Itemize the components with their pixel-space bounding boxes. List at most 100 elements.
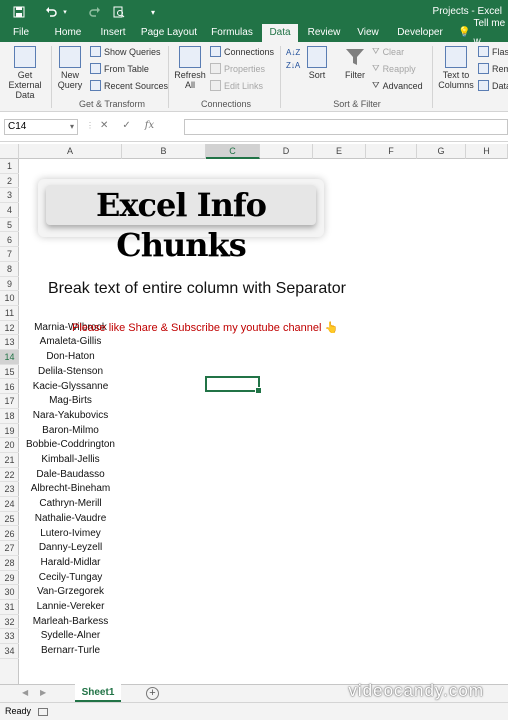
flash-fill-button[interactable]: Flas bbox=[478, 46, 508, 57]
name-cell[interactable]: Delila-Stenson bbox=[19, 365, 122, 380]
row-header[interactable]: 3 bbox=[0, 188, 19, 204]
column-header[interactable]: D bbox=[260, 144, 313, 159]
undo-icon[interactable] bbox=[44, 4, 58, 20]
row-header[interactable]: 15 bbox=[0, 365, 19, 380]
reapply-button[interactable]: ⛛ Reapply bbox=[372, 63, 416, 74]
sheet-tab-sheet1[interactable]: Sheet1 bbox=[75, 684, 121, 702]
column-header[interactable]: F bbox=[366, 144, 417, 159]
next-sheet-icon[interactable]: ▶ bbox=[40, 688, 46, 697]
column-header[interactable]: H bbox=[466, 144, 508, 159]
select-all-corner[interactable] bbox=[0, 144, 19, 159]
name-cell[interactable]: Van-Grzegorek bbox=[19, 585, 122, 600]
connections-button[interactable]: Connections bbox=[210, 46, 274, 57]
row-header[interactable]: 7 bbox=[0, 247, 19, 262]
row-header[interactable]: 20 bbox=[0, 438, 19, 453]
row-header[interactable]: 29 bbox=[0, 571, 19, 586]
name-cell[interactable]: Cathryn-Merill bbox=[19, 497, 122, 512]
row-header[interactable]: 1 bbox=[0, 159, 19, 174]
tab-formulas[interactable]: Formulas bbox=[206, 24, 258, 42]
formula-input[interactable] bbox=[184, 119, 508, 135]
column-header[interactable]: E bbox=[313, 144, 366, 159]
sort-az-button[interactable]: A↓Z Z↓A bbox=[286, 48, 300, 70]
column-header[interactable]: B bbox=[122, 144, 206, 159]
recent-sources-button[interactable]: Recent Sources bbox=[90, 80, 168, 91]
advanced-button[interactable]: ⛛ Advanced bbox=[372, 80, 423, 91]
tab-home[interactable]: Home bbox=[50, 24, 86, 42]
chevron-down-icon[interactable]: ▾ bbox=[70, 120, 74, 134]
name-cell[interactable]: Mag-Birts bbox=[19, 394, 122, 409]
row-header[interactable]: 26 bbox=[0, 527, 19, 542]
row-header[interactable]: 11 bbox=[0, 306, 19, 321]
row-header[interactable]: 27 bbox=[0, 541, 19, 556]
row-header[interactable]: 14 bbox=[0, 350, 19, 365]
row-header[interactable]: 23 bbox=[0, 482, 19, 498]
row-header[interactable]: 28 bbox=[0, 556, 19, 571]
row-header[interactable]: 34 bbox=[0, 644, 19, 659]
name-cell[interactable]: Nara-Yakubovics bbox=[19, 409, 122, 424]
name-cell[interactable]: Kimball-Jellis bbox=[19, 453, 122, 468]
row-header[interactable]: 22 bbox=[0, 468, 19, 483]
add-sheet-icon[interactable]: + bbox=[146, 687, 159, 700]
row-header[interactable]: 19 bbox=[0, 424, 19, 439]
new-query-button[interactable]: New Query bbox=[54, 46, 86, 90]
text-to-columns-button[interactable]: Text to Columns bbox=[436, 46, 476, 90]
row-header[interactable]: 25 bbox=[0, 512, 19, 527]
clear-button[interactable]: ⛛ Clear bbox=[372, 46, 404, 57]
redo-icon[interactable] bbox=[88, 4, 102, 20]
name-cell[interactable]: Amaleta-Gillis bbox=[19, 335, 122, 350]
row-header[interactable]: 30 bbox=[0, 585, 19, 600]
properties-button[interactable]: Properties bbox=[210, 63, 265, 74]
column-header[interactable]: A bbox=[19, 144, 122, 159]
row-header[interactable]: 18 bbox=[0, 409, 19, 424]
insert-function-icon[interactable]: fx bbox=[145, 120, 154, 131]
tell-me-box[interactable]: 💡 Tell me w bbox=[458, 18, 508, 47]
name-cell[interactable]: Sydelle-Alner bbox=[19, 629, 122, 644]
name-cell[interactable]: Nathalie-Vaudre bbox=[19, 512, 122, 527]
name-cell[interactable]: Lutero-Ivimey bbox=[19, 527, 122, 542]
tab-page-layout[interactable]: Page Layout bbox=[140, 24, 198, 42]
name-cell[interactable]: Dale-Baudasso bbox=[19, 468, 122, 483]
row-header[interactable]: 6 bbox=[0, 233, 19, 248]
name-cell[interactable]: Bobbie-Coddrington bbox=[19, 438, 122, 453]
row-header[interactable]: 10 bbox=[0, 291, 19, 306]
prev-sheet-icon[interactable]: ◀ bbox=[22, 688, 28, 697]
sort-button[interactable]: Sort bbox=[303, 46, 331, 80]
edit-links-button[interactable]: Edit Links bbox=[210, 80, 263, 91]
row-header[interactable]: 33 bbox=[0, 629, 19, 645]
row-header[interactable]: 8 bbox=[0, 262, 19, 277]
cancel-icon[interactable]: ✕ bbox=[100, 120, 108, 131]
remove-duplicates-button[interactable]: Rem bbox=[478, 63, 508, 74]
get-external-data-button[interactable]: Get External Data bbox=[2, 46, 48, 100]
row-header[interactable]: 5 bbox=[0, 218, 19, 233]
row-header[interactable]: 17 bbox=[0, 394, 19, 409]
tab-data[interactable]: Data bbox=[262, 24, 298, 42]
name-cell[interactable]: Harald-Midlar bbox=[19, 556, 122, 571]
name-cell[interactable]: Marleah-Barkess bbox=[19, 615, 122, 630]
row-header[interactable]: 13 bbox=[0, 335, 19, 351]
row-header[interactable]: 21 bbox=[0, 453, 19, 468]
data-validation-button[interactable]: Data bbox=[478, 80, 508, 91]
row-header[interactable]: 12 bbox=[0, 321, 19, 336]
tab-file[interactable]: File bbox=[6, 24, 36, 42]
enter-icon[interactable]: ✓ bbox=[122, 120, 130, 131]
active-cell-c14[interactable] bbox=[205, 376, 262, 394]
name-cell[interactable]: Kacie-Glyssanne bbox=[19, 380, 122, 395]
save-icon[interactable] bbox=[10, 4, 28, 20]
name-box[interactable]: C14 ▾ bbox=[4, 119, 78, 135]
name-cell[interactable]: Danny-Leyzell bbox=[19, 541, 122, 556]
name-cell[interactable]: Albrecht-Bineham bbox=[19, 482, 122, 497]
name-cell[interactable]: Don-Haton bbox=[19, 350, 122, 365]
row-header[interactable]: 32 bbox=[0, 615, 19, 630]
column-header[interactable]: C bbox=[206, 144, 260, 159]
show-queries-button[interactable]: Show Queries bbox=[90, 46, 161, 57]
name-cell[interactable]: Cecily-Tungay bbox=[19, 571, 122, 586]
row-header[interactable]: 16 bbox=[0, 380, 19, 395]
print-preview-icon[interactable] bbox=[112, 4, 126, 20]
from-table-button[interactable]: From Table bbox=[90, 63, 149, 74]
row-header[interactable]: 9 bbox=[0, 277, 19, 292]
macro-record-icon[interactable] bbox=[38, 708, 48, 716]
customize-qat-icon[interactable]: ▾ bbox=[148, 4, 158, 20]
column-header[interactable]: G bbox=[417, 144, 466, 159]
tab-view[interactable]: View bbox=[352, 24, 384, 42]
worksheet-grid[interactable]: A B C D E F G H 1 2 3 4 5 6 7 8 9 10 11 12 13 14 15 16 1… bbox=[0, 144, 508, 684]
